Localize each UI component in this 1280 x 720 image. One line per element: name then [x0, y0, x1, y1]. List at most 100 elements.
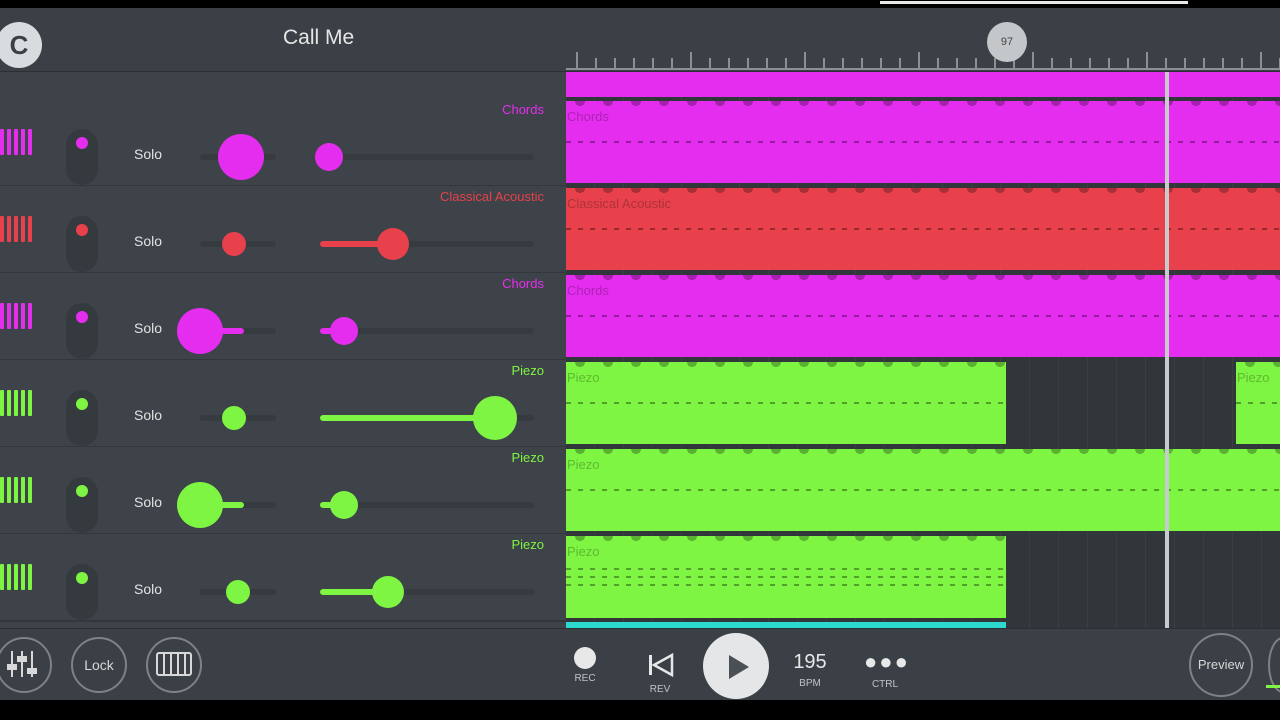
clip-edge	[1236, 362, 1280, 370]
mute-toggle[interactable]	[66, 390, 98, 446]
clip[interactable]: Piezo	[566, 536, 1006, 618]
mute-toggle[interactable]	[66, 216, 98, 272]
pan-knob[interactable]	[225, 580, 250, 604]
more-dots-icon: ●●●	[864, 649, 910, 674]
ruler-tick	[937, 58, 939, 68]
clip-edge	[566, 275, 1280, 283]
clip-edge	[566, 536, 1006, 544]
arrangement-timeline[interactable]: Chords Classical Acoustic Chords Piezo P…	[566, 72, 1280, 628]
rev-label: REV	[649, 684, 671, 695]
clip[interactable]: Piezo	[566, 449, 1280, 531]
pan-knob[interactable]	[221, 232, 246, 256]
play-icon	[729, 654, 749, 679]
track-name[interactable]: Piezo	[511, 450, 544, 465]
clip-edge	[566, 362, 1006, 370]
track-name[interactable]: Classical Acoustic	[440, 189, 544, 204]
app-logo-icon[interactable]: C	[0, 22, 42, 68]
clip[interactable]: Classical Acoustic	[566, 188, 1280, 270]
clip-label: Chords	[567, 109, 609, 124]
volume-knob[interactable]	[473, 396, 518, 440]
level-indicator	[1266, 685, 1280, 688]
ruler-tick	[1032, 52, 1034, 68]
volume-knob[interactable]	[314, 143, 343, 171]
ruler-tick	[595, 58, 597, 68]
play-button[interactable]	[703, 633, 769, 699]
pan-knob[interactable]	[221, 406, 246, 430]
ruler-tick	[956, 58, 958, 68]
rec-label: REC	[574, 673, 596, 684]
volume-slider-track[interactable]	[320, 154, 534, 160]
mute-toggle[interactable]	[66, 303, 98, 359]
solo-button[interactable]: Solo	[134, 407, 162, 423]
piano-keys-icon[interactable]	[0, 564, 36, 590]
tempo-control[interactable]: 195 BPM	[788, 629, 832, 689]
solo-button[interactable]: Solo	[134, 233, 162, 249]
record-button[interactable]: REC	[570, 629, 600, 684]
mute-toggle[interactable]	[66, 477, 98, 533]
timeline-ruler[interactable]	[566, 38, 1280, 74]
pan-knob[interactable]	[177, 308, 223, 354]
solo-button[interactable]: Solo	[134, 581, 162, 597]
piano-keys-icon[interactable]	[0, 216, 36, 242]
solo-button[interactable]: Solo	[134, 146, 162, 162]
piano-keys-icon[interactable]	[0, 129, 36, 155]
mixer-button[interactable]	[0, 637, 52, 693]
ruler-tick	[1203, 58, 1205, 68]
piano-keys-icon[interactable]	[0, 477, 36, 503]
ruler-tick	[1260, 52, 1262, 68]
volume-knob[interactable]	[372, 576, 405, 608]
track-name[interactable]: Piezo	[511, 363, 544, 378]
track-row: Classical Acoustic Solo	[0, 186, 566, 273]
mute-toggle[interactable]	[66, 564, 98, 620]
ruler-tick	[747, 58, 749, 68]
pan-knob[interactable]	[218, 134, 265, 180]
clip[interactable]: Chords	[566, 101, 1280, 183]
track-row: Chords Solo	[0, 99, 566, 186]
ruler-tick	[804, 52, 806, 68]
piano-keys-icon[interactable]	[0, 303, 36, 329]
rewind-button[interactable]: REV	[643, 629, 677, 695]
ctrl-label: CTRL	[871, 679, 899, 690]
clip[interactable]: Piezo	[566, 362, 1006, 444]
track-name[interactable]: Piezo	[511, 537, 544, 552]
clip-partial[interactable]	[566, 72, 1280, 97]
volume-knob[interactable]	[376, 228, 409, 260]
solo-button[interactable]: Solo	[134, 320, 162, 336]
clip-label: Classical Acoustic	[567, 196, 672, 211]
playhead-position-marker[interactable]: 97	[987, 22, 1027, 62]
preview-button[interactable]: Preview	[1189, 633, 1253, 697]
transport-bar: Lock REC REV 195 BPM ●●● CTRL Preview	[0, 628, 1280, 700]
ruler-tick	[652, 58, 654, 68]
lock-button[interactable]: Lock	[71, 637, 127, 693]
track-row: Piezo Solo	[0, 360, 566, 447]
volume-knob[interactable]	[329, 317, 358, 345]
bpm-label: BPM	[799, 678, 821, 689]
ruler-tick	[709, 58, 711, 68]
ruler-tick	[1146, 52, 1148, 68]
piano-keys-icon[interactable]	[0, 390, 36, 416]
bottom-strip	[0, 700, 1280, 720]
ruler-tick	[975, 58, 977, 68]
ruler-tick	[823, 58, 825, 68]
pan-knob[interactable]	[177, 482, 223, 528]
ctrl-button[interactable]: ●●● CTRL	[864, 629, 910, 691]
mute-toggle[interactable]	[66, 129, 98, 185]
song-title[interactable]: Call Me	[283, 26, 354, 50]
clip-notes	[566, 576, 1006, 578]
track-name[interactable]: Chords	[502, 102, 544, 117]
ruler-tick	[1222, 58, 1224, 68]
clip-notes	[1236, 402, 1280, 404]
track-name[interactable]: Chords	[502, 276, 544, 291]
mixer-sliders-icon	[7, 650, 37, 677]
clip-label: Piezo	[567, 370, 600, 385]
solo-button[interactable]: Solo	[134, 494, 162, 510]
playhead-line[interactable]	[1165, 72, 1169, 628]
clip-label: Piezo	[567, 457, 600, 472]
keyboard-button[interactable]	[146, 637, 202, 693]
volume-knob[interactable]	[329, 491, 358, 519]
clip[interactable]: Chords	[566, 275, 1280, 357]
clip-notes	[566, 315, 1280, 317]
clip[interactable]: Piezo	[1236, 362, 1280, 444]
ruler-tick	[633, 58, 635, 68]
record-icon	[574, 647, 596, 669]
